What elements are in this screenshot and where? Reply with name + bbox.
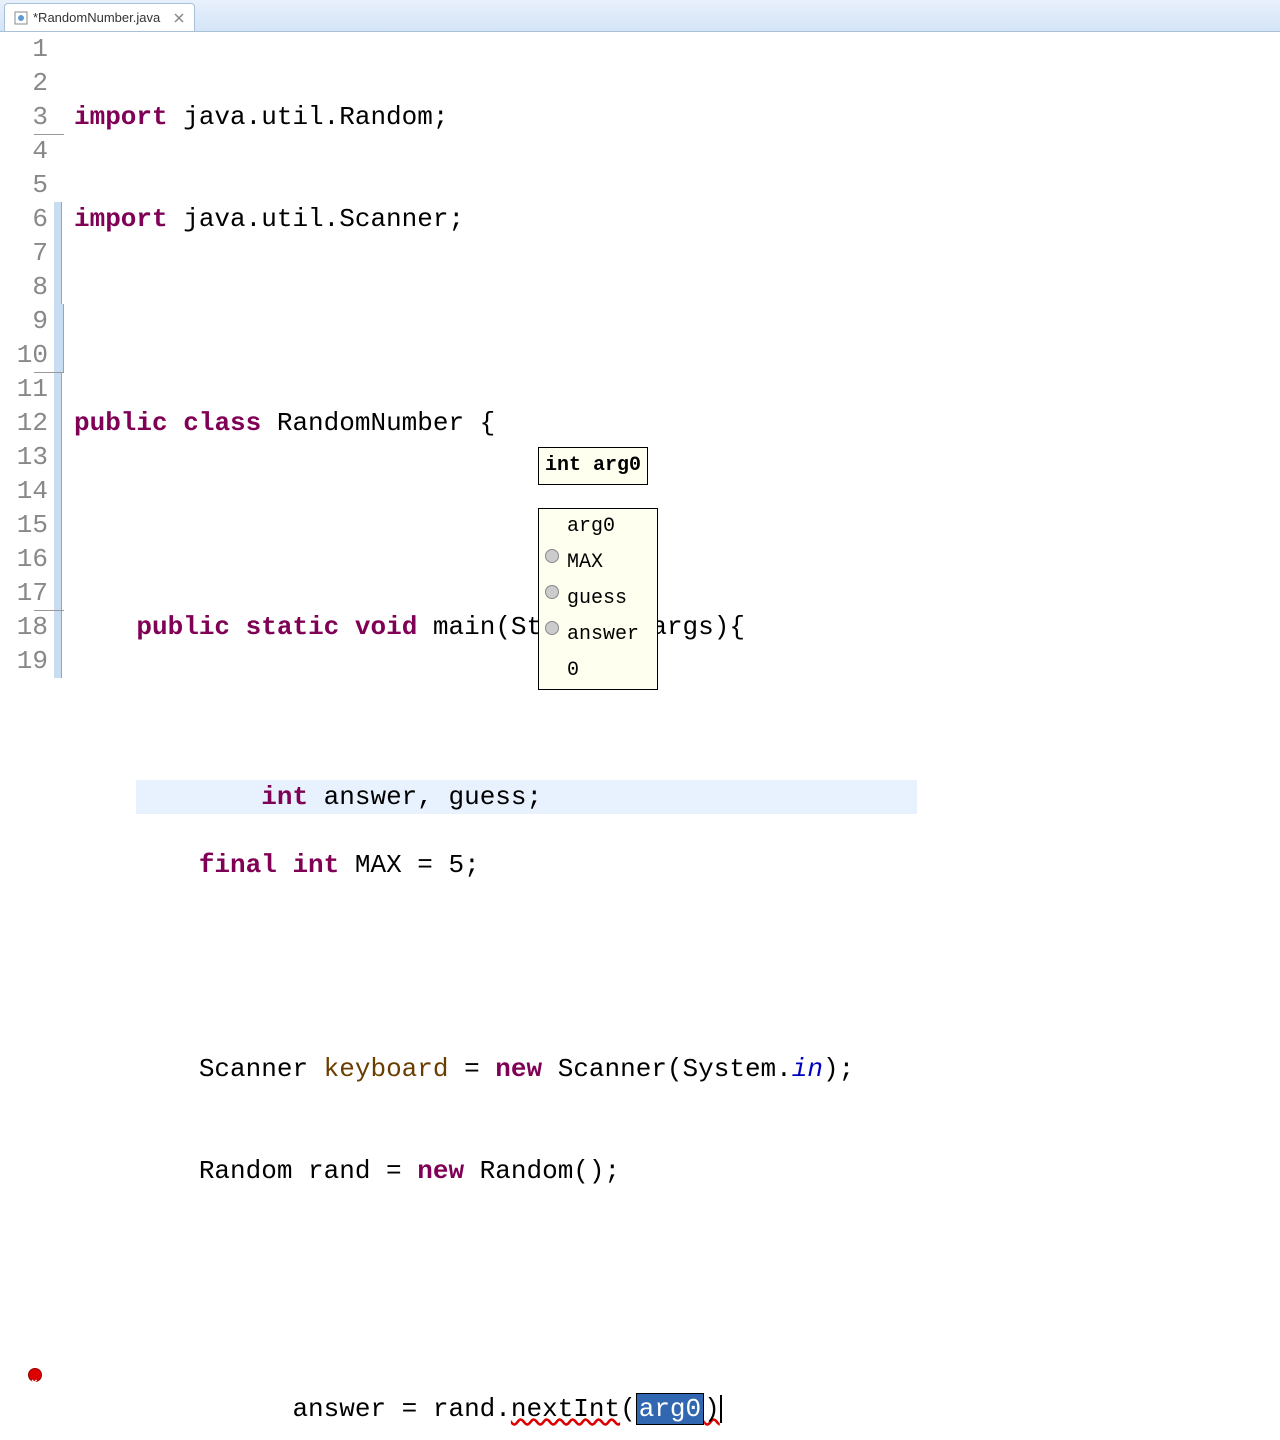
line-number: 12 [0,406,48,440]
autocomplete-item[interactable]: MAX [539,545,657,581]
line-number: 14 [0,474,48,508]
line-number: 10 [0,338,48,372]
fold-underline [34,134,64,135]
fold-bar [54,32,68,1440]
variable-icon [545,549,559,563]
line-number: 15 [0,508,48,542]
tab-title: *RandomNumber.java [33,10,160,25]
line-number: 8 [0,270,48,304]
variable-icon [545,621,559,635]
autocomplete-item[interactable]: 0 [539,653,657,689]
autocomplete-label: answer [567,623,639,646]
autocomplete-label: MAX [567,551,603,574]
autocomplete-label: arg0 [567,515,615,538]
line-number: 13 [0,440,48,474]
autocomplete-item[interactable]: answer [539,617,657,653]
line-number: 19 [0,644,48,678]
line-number: 7 [0,236,48,270]
line-number: 11 [0,372,48,406]
line-number: 1 [0,32,48,66]
line-number: 3 [0,100,48,134]
line-number: 5 [0,168,48,202]
error-marker-icon[interactable] [28,1368,42,1382]
code-editor[interactable]: 12345678910111213141516171819 import jav… [0,32,1280,1440]
kw-import: import [74,102,168,132]
line-number: 16 [0,542,48,576]
autocomplete-popup[interactable]: arg0 MAX guess answer 0 [538,508,658,690]
line-number: 9 [0,304,48,338]
code-area[interactable]: import java.util.Random; import java.uti… [68,32,854,1440]
autocomplete-label: 0 [567,659,579,682]
parameter-hint-tooltip: int arg0 [538,447,648,485]
line-number: 6 [0,202,48,236]
line-number: 17 [0,576,48,610]
editor-tab[interactable]: *RandomNumber.java [4,3,195,31]
java-file-icon [13,10,29,26]
tab-bar: *RandomNumber.java [0,0,1280,32]
line-number: 2 [0,66,48,100]
line-number: 4 [0,134,48,168]
selected-argument[interactable]: arg0 [636,1393,704,1425]
autocomplete-item[interactable]: guess [539,581,657,617]
fold-underline [34,610,64,611]
line-number-gutter: 12345678910111213141516171819 [0,32,54,1440]
fold-underline [34,372,64,373]
line-number: 18 [0,610,48,644]
autocomplete-item[interactable]: arg0 [539,509,657,545]
close-tab-icon[interactable] [172,11,186,25]
variable-icon [545,585,559,599]
autocomplete-label: guess [567,587,627,610]
